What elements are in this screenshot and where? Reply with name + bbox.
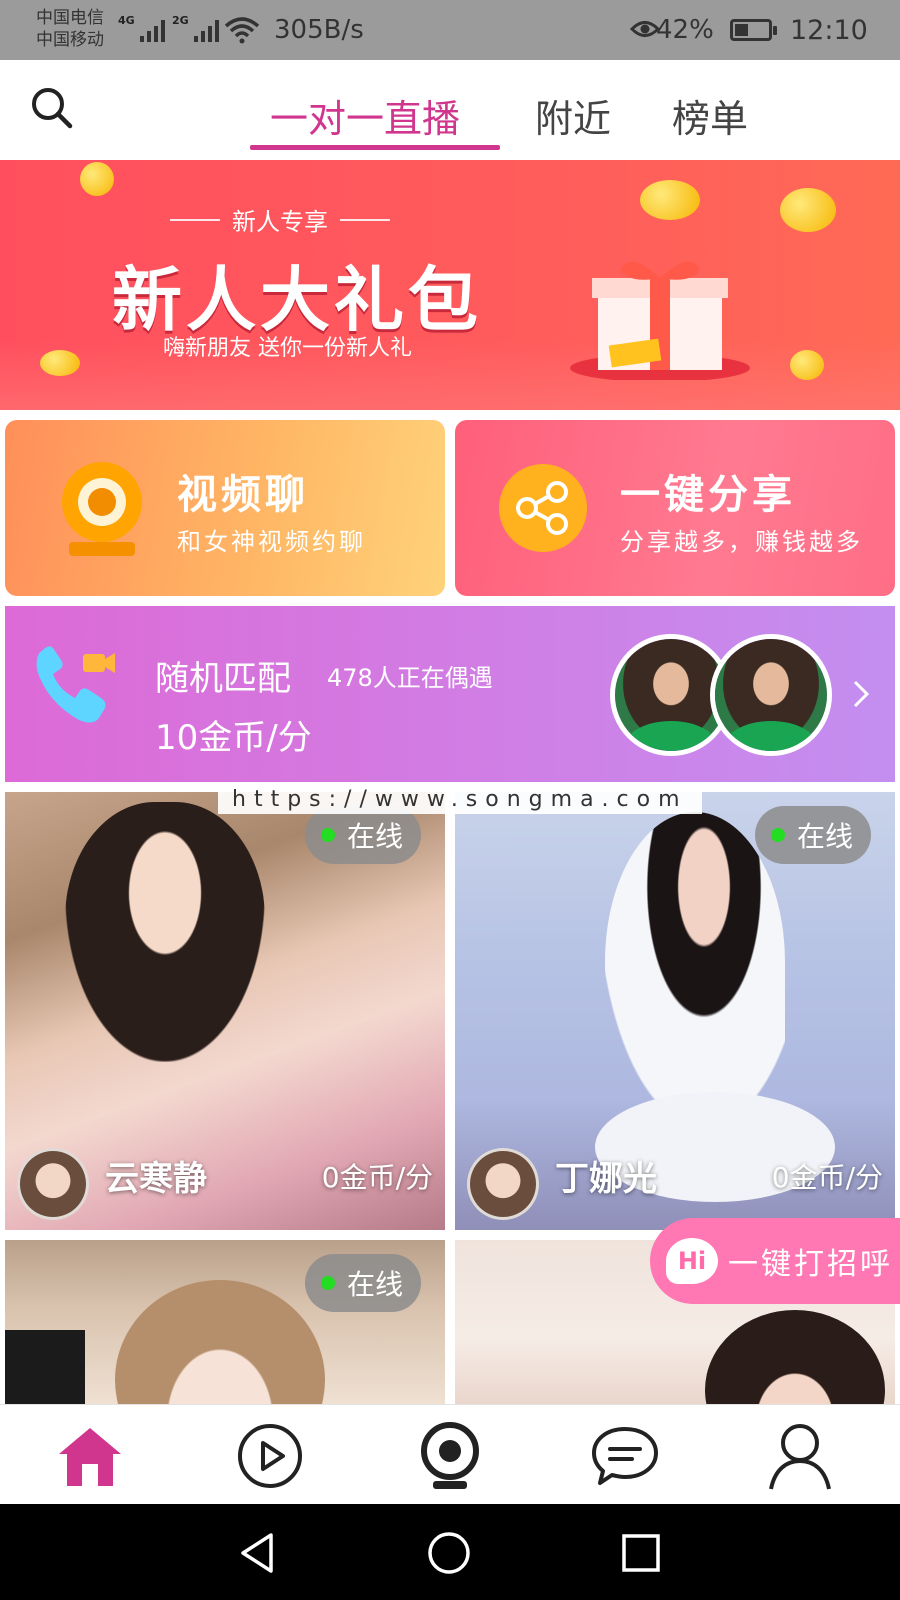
random-match-title: 随机匹配 [155, 659, 291, 699]
share-icon [499, 464, 587, 552]
online-dot-icon [321, 1276, 335, 1290]
nav-profile[interactable] [760, 1421, 840, 1491]
wifi-icon [224, 17, 260, 44]
network-speed: 305B/s [274, 15, 364, 45]
status-badge: 在线 [755, 806, 872, 864]
tab-one-on-one-live[interactable]: 一对一直播 [270, 88, 460, 143]
share-title: 一键分享 [620, 472, 796, 518]
banner-kicker-text: 新人专享 [232, 208, 328, 236]
system-nav-bar [0, 1504, 900, 1600]
carrier-labels: 中国电信 中国移动 [36, 7, 104, 51]
online-dot-icon [771, 828, 785, 842]
tab-ranking[interactable]: 榜单 [672, 88, 748, 143]
top-nav: 一对一直播 附近 榜单 [0, 60, 900, 157]
status-badge: 在线 [305, 1254, 422, 1312]
profile-icon [769, 1424, 831, 1490]
back-icon[interactable] [232, 1528, 282, 1578]
carrier-1: 中国电信 [36, 8, 104, 28]
coin-decoration [780, 188, 836, 232]
random-match-count: 478人正在偶遇 [327, 664, 493, 692]
clock: 12:10 [790, 15, 868, 46]
banner-kicker: 新人专享 [170, 202, 390, 237]
nav-live[interactable] [410, 1421, 490, 1491]
coin-decoration [40, 350, 80, 376]
host-card[interactable]: 在线 云寒静 0金币/分 [5, 792, 445, 1230]
nav-video[interactable] [230, 1421, 310, 1491]
battery-percent: 42% [656, 15, 714, 45]
share-subtitle: 分享越多，赚钱越多 [620, 528, 863, 556]
host-figure [65, 802, 265, 1062]
chevron-right-icon[interactable] [851, 678, 871, 710]
gift-box-icon [570, 261, 750, 380]
tab-nearby[interactable]: 附近 [535, 88, 611, 143]
watermark: https://www.songma.com [218, 786, 702, 814]
signal-icon-1: 4G [118, 14, 165, 42]
webcam-icon [421, 1422, 479, 1489]
newcomer-gift-banner[interactable]: 新人专享 新人大礼包 嗨新朋友 送你一份新人礼 [0, 160, 900, 410]
home-circle-icon[interactable] [424, 1528, 474, 1578]
battery-icon [730, 19, 777, 41]
greet-all-button[interactable]: Hi 一键打招呼 [650, 1218, 900, 1304]
coin-decoration [790, 350, 824, 380]
status-text: 在线 [347, 1268, 404, 1301]
host-price: 0金币/分 [771, 1161, 883, 1194]
status-text: 在线 [797, 820, 854, 853]
signal-icon-2: 2G [172, 14, 219, 42]
host-name: 丁娜光 [555, 1159, 657, 1199]
host-card[interactable]: 在线 [5, 1240, 445, 1404]
carrier-2: 中国移动 [36, 30, 104, 50]
webcam-icon [62, 462, 142, 556]
video-chat-card[interactable]: 视频聊 和女神视频约聊 [5, 420, 445, 596]
one-click-share-card[interactable]: 一键分享 分享越多，赚钱越多 [455, 420, 895, 596]
greet-label: 一键打招呼 [728, 1247, 893, 1282]
status-badge: 在线 [305, 806, 422, 864]
video-chat-subtitle: 和女神视频约聊 [177, 528, 366, 556]
net-type-2: 2G [172, 14, 189, 27]
net-type-1: 4G [118, 14, 135, 27]
random-match-banner[interactable]: 随机匹配 478人正在偶遇 10金币/分 [5, 606, 895, 782]
host-card[interactable]: 在线 丁娜光 0金币/分 [455, 792, 895, 1230]
nav-messages[interactable] [585, 1421, 665, 1491]
recents-icon[interactable] [616, 1528, 666, 1578]
coin-decoration [80, 162, 114, 196]
host-name: 云寒静 [105, 1159, 207, 1199]
avatar[interactable] [17, 1148, 89, 1220]
banner-subtitle: 嗨新朋友 送你一份新人礼 [163, 336, 412, 361]
random-match-price: 10金币/分 [155, 718, 312, 758]
hi-icon: Hi [666, 1238, 718, 1284]
status-bar: 中国电信 中国移动 4G 2G 305B/s 42% 12:10 [0, 0, 900, 60]
host-price: 0金币/分 [321, 1161, 433, 1194]
video-chat-title: 视频聊 [177, 472, 309, 518]
active-tab-indicator [250, 145, 500, 150]
chat-bubble-icon [592, 1427, 658, 1485]
play-icon [238, 1424, 302, 1488]
online-dot-icon [321, 828, 335, 842]
phone-video-icon [36, 646, 115, 723]
search-icon[interactable] [30, 86, 74, 130]
status-text: 在线 [347, 820, 404, 853]
host-figure [605, 812, 785, 1112]
banner-city-silhouette [0, 340, 900, 410]
nav-home[interactable] [50, 1421, 130, 1491]
home-icon [59, 1428, 121, 1486]
gold-ingot-decoration [640, 180, 700, 220]
avatar [710, 634, 832, 756]
background-tv [5, 1330, 85, 1404]
avatar[interactable] [467, 1148, 539, 1220]
bottom-nav [0, 1404, 900, 1504]
